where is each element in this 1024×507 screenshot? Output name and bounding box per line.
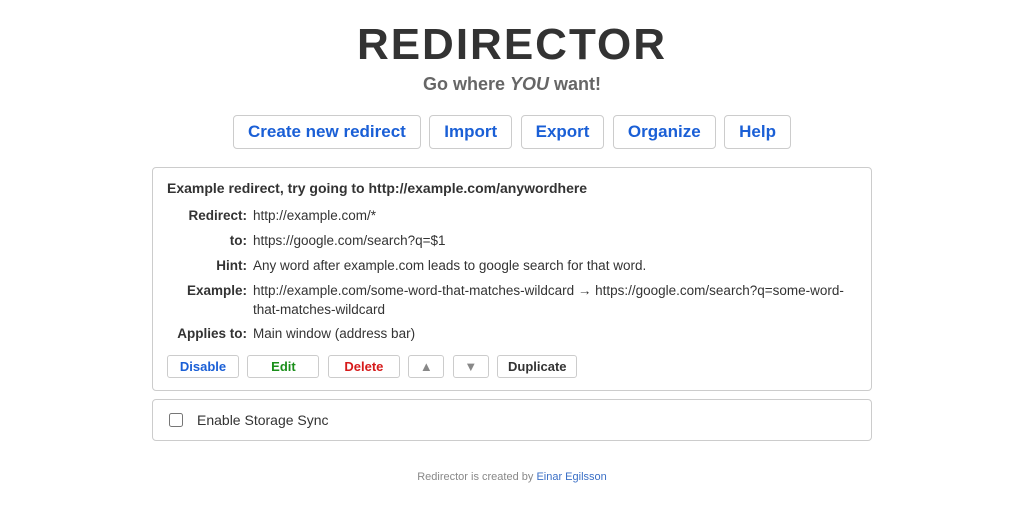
storage-sync-checkbox[interactable] <box>169 413 183 427</box>
field-label: to: <box>167 232 253 251</box>
edit-button[interactable]: Edit <box>247 355 319 378</box>
export-button[interactable]: Export <box>521 115 605 149</box>
field-value: http://example.com/some-word-that-matche… <box>253 282 857 320</box>
field-label: Redirect: <box>167 207 253 226</box>
field-value: Main window (address bar) <box>253 325 857 344</box>
footer: Redirector is created by Einar Egilsson <box>152 471 872 483</box>
page-title: REDIRECTOR <box>152 20 872 70</box>
field-example: Example: http://example.com/some-word-th… <box>167 279 857 323</box>
disable-button[interactable]: Disable <box>167 355 239 378</box>
field-value: Any word after example.com leads to goog… <box>253 257 857 276</box>
field-label: Example: <box>167 282 253 301</box>
field-label: Applies to: <box>167 325 253 344</box>
move-down-button[interactable]: ▼ <box>453 355 489 378</box>
field-value: https://google.com/search?q=$1 <box>253 232 857 251</box>
create-redirect-button[interactable]: Create new redirect <box>233 115 421 149</box>
duplicate-button[interactable]: Duplicate <box>497 355 577 378</box>
author-link[interactable]: Einar Egilsson <box>536 471 606 483</box>
field-hint: Hint: Any word after example.com leads t… <box>167 254 857 279</box>
storage-sync-card: Enable Storage Sync <box>152 399 872 441</box>
redirect-card: Example redirect, try going to http://ex… <box>152 167 872 391</box>
organize-button[interactable]: Organize <box>613 115 716 149</box>
storage-sync-label: Enable Storage Sync <box>197 412 329 428</box>
field-redirect: Redirect: http://example.com/* <box>167 204 857 229</box>
import-button[interactable]: Import <box>429 115 512 149</box>
help-button[interactable]: Help <box>724 115 791 149</box>
field-value: http://example.com/* <box>253 207 857 226</box>
page-subtitle: Go where YOU want! <box>152 74 872 95</box>
field-applies-to: Applies to: Main window (address bar) <box>167 322 857 347</box>
delete-button[interactable]: Delete <box>328 355 400 378</box>
redirect-title: Example redirect, try going to http://ex… <box>167 180 857 196</box>
main-toolbar: Create new redirect Import Export Organi… <box>152 115 872 149</box>
field-label: Hint: <box>167 257 253 276</box>
redirect-actions: Disable Edit Delete ▲ ▼ Duplicate <box>167 355 857 378</box>
move-up-button[interactable]: ▲ <box>408 355 444 378</box>
field-to: to: https://google.com/search?q=$1 <box>167 229 857 254</box>
